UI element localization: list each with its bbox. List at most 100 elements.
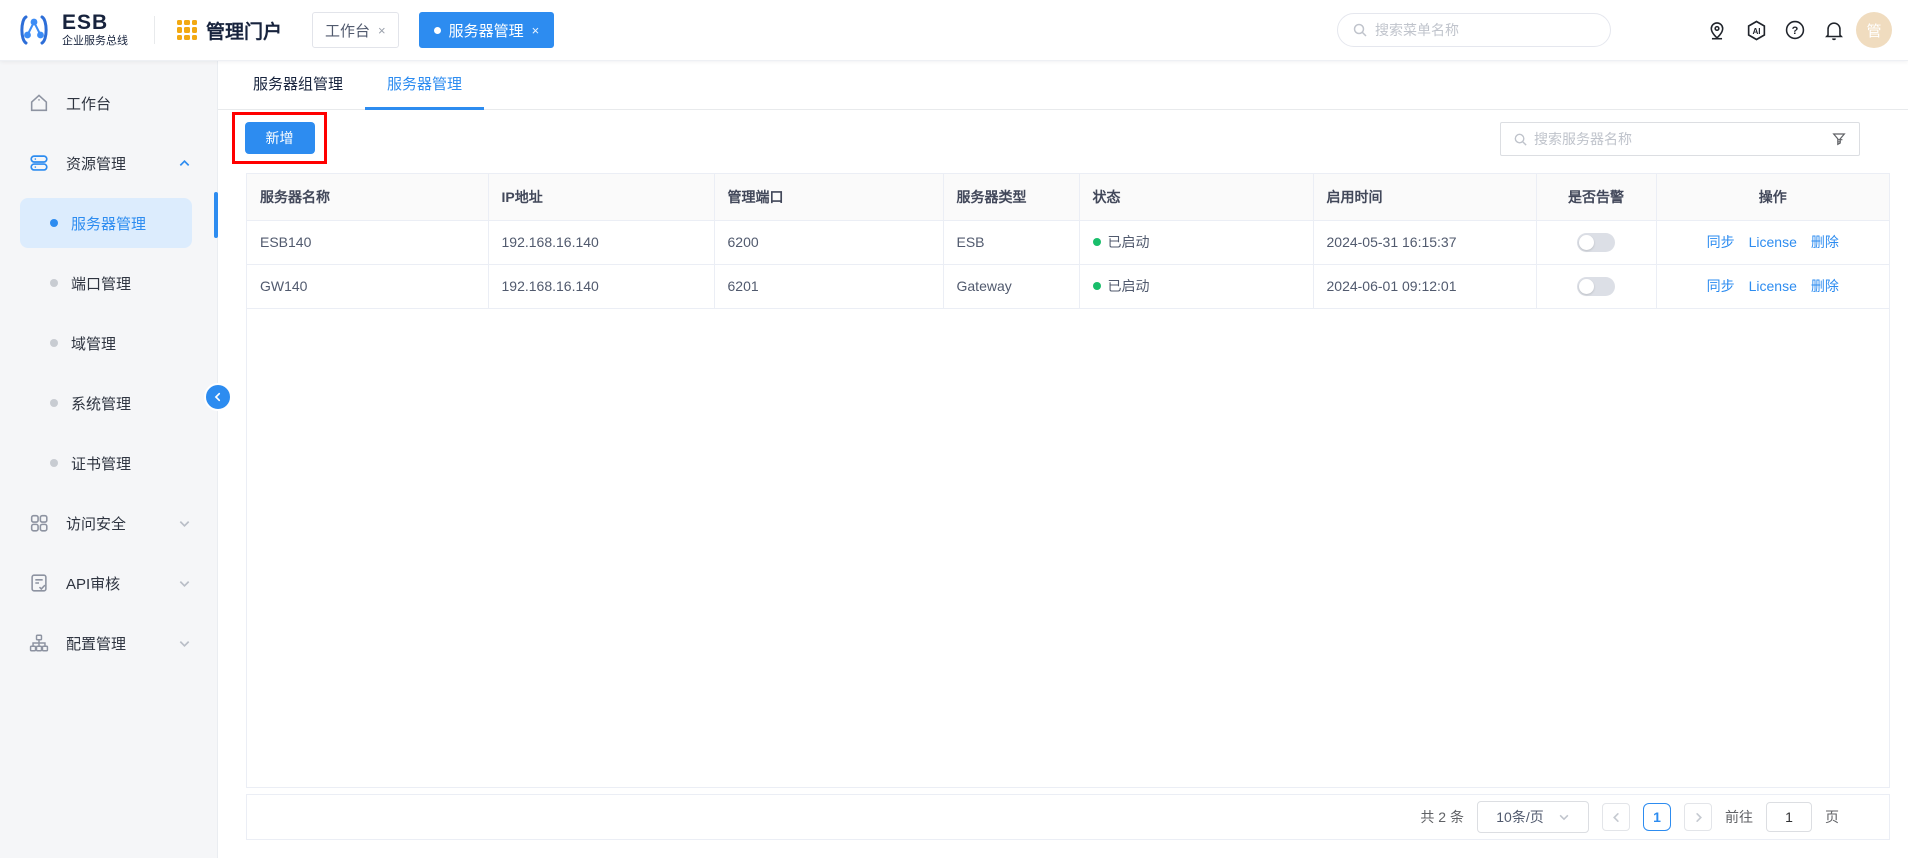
cell-alarm (1536, 220, 1657, 265)
cell-ip: 192.168.16.140 (488, 264, 715, 309)
license-link[interactable]: License (1749, 234, 1797, 250)
page-size-select[interactable]: 10条/页 (1477, 801, 1589, 833)
bullet-icon (50, 279, 58, 287)
close-icon[interactable]: × (378, 23, 386, 38)
cell-server-name: GW140 (247, 264, 489, 309)
svg-text:AI: AI (1752, 26, 1760, 35)
cell-port: 6201 (714, 264, 944, 309)
sync-link[interactable]: 同步 (1707, 278, 1735, 294)
delete-link[interactable]: 删除 (1811, 234, 1839, 250)
chevron-down-icon (178, 577, 191, 590)
next-page-button[interactable] (1684, 803, 1712, 831)
user-avatar[interactable]: 管 (1856, 12, 1892, 48)
sidebar-item-label: 域管理 (71, 335, 117, 353)
cell-type: ESB (943, 220, 1080, 265)
sidebar-group-resources[interactable]: 资源管理 (0, 133, 217, 193)
help-icon[interactable]: ? (1783, 18, 1807, 42)
bell-icon[interactable] (1822, 18, 1846, 42)
table-row: ESB140 192.168.16.140 6200 ESB 已启动 2024-… (247, 220, 1889, 265)
delete-link[interactable]: 删除 (1811, 278, 1839, 294)
chevron-down-icon (178, 517, 191, 530)
sidebar-group-api-review[interactable]: API审核 (0, 553, 217, 613)
sidebar-item-label: 服务器管理 (71, 215, 147, 233)
sidebar-item-label: 资源管理 (66, 155, 127, 173)
sidebar: 工作台 资源管理 服务器管理 端口管理 域管理 系统管理 证书管理 访问安全 A… (0, 61, 232, 858)
close-icon[interactable]: × (532, 23, 540, 38)
sidebar-collapse-button[interactable] (204, 383, 232, 411)
goto-page-input[interactable] (1766, 802, 1812, 832)
page-unit-label: 页 (1825, 809, 1839, 825)
chevron-down-icon (1559, 814, 1569, 821)
chevron-down-icon (178, 637, 191, 650)
sidebar-item-label: 证书管理 (71, 455, 132, 473)
prev-page-button[interactable] (1602, 803, 1630, 831)
cell-status: 已启动 (1079, 264, 1314, 309)
tab-label: 工作台 (325, 22, 371, 40)
col-port: 管理端口 (714, 174, 944, 221)
bullet-icon (50, 459, 58, 467)
col-actions: 操作 (1656, 174, 1889, 221)
cell-status: 已启动 (1079, 220, 1314, 265)
active-dot-icon (433, 26, 441, 34)
add-button[interactable]: 新增 (244, 122, 315, 154)
bullet-icon (50, 339, 58, 347)
server-search-input[interactable] (1534, 131, 1825, 147)
sidebar-item-label: 配置管理 (66, 635, 127, 653)
filter-icon[interactable] (1831, 131, 1847, 147)
main-content: 服务器组管理 服务器管理 新增 搜索服务器名称 服务器名称 IP地址 管理端口 … (218, 61, 1908, 858)
total-count: 共 2 条 (1420, 809, 1464, 825)
logo-subtitle: 企业服务总线 (62, 35, 128, 48)
sidebar-group-config-management[interactable]: 配置管理 (0, 613, 217, 673)
sync-link[interactable]: 同步 (1707, 234, 1735, 250)
location-icon[interactable] (1705, 18, 1729, 42)
home-icon (28, 92, 50, 114)
menu-search-box[interactable] (1337, 13, 1611, 47)
tab-server-management-content[interactable]: 服务器管理 (365, 73, 485, 110)
col-enable-time: 启用时间 (1313, 174, 1537, 221)
ai-assistant-icon[interactable]: AI (1744, 18, 1768, 42)
portal-grid-icon (177, 20, 197, 40)
license-link[interactable]: License (1749, 278, 1797, 294)
cell-enable-time: 2024-05-31 16:15:37 (1313, 220, 1537, 265)
sidebar-item-server-management[interactable]: 服务器管理 (0, 193, 217, 253)
col-server-name: 服务器名称 (247, 174, 489, 221)
tab-server-management[interactable]: 服务器管理 × (418, 12, 555, 48)
tab-server-group-management[interactable]: 服务器组管理 (231, 73, 365, 109)
sidebar-item-port-management[interactable]: 端口管理 (0, 253, 217, 313)
status-text: 已启动 (1107, 278, 1150, 294)
sidebar-item-certificate-management[interactable]: 证书管理 (0, 433, 217, 493)
sidebar-item-label: 端口管理 (71, 275, 132, 293)
annotation-highlight-box: 新增 (232, 112, 327, 164)
bullet-icon (50, 399, 58, 407)
tab-label: 服务器管理 (448, 22, 524, 40)
content-tab-bar: 服务器组管理 服务器管理 (218, 61, 1908, 110)
server-table-container: 服务器名称 IP地址 管理端口 服务器类型 状态 启用时间 是否告警 操作 ES… (246, 173, 1890, 788)
menu-search-input[interactable] (1375, 22, 1596, 38)
sidebar-item-system-management[interactable]: 系统管理 (0, 373, 217, 433)
alarm-toggle[interactable] (1577, 276, 1615, 296)
sidebar-item-domain-management[interactable]: 域管理 (0, 313, 217, 373)
status-dot-icon (1092, 282, 1101, 290)
search-icon (1352, 22, 1368, 38)
cell-alarm (1536, 264, 1657, 309)
doc-check-icon (28, 572, 50, 594)
esb-logo-icon (14, 10, 54, 50)
server-table: 服务器名称 IP地址 管理端口 服务器类型 状态 启用时间 是否告警 操作 ES… (247, 174, 1889, 309)
current-page-button[interactable]: 1 (1643, 803, 1671, 831)
cell-port: 6200 (714, 220, 944, 265)
portal-title-block: 管理门户 (177, 17, 282, 44)
alarm-toggle[interactable] (1577, 232, 1615, 252)
cell-server-name: ESB140 (247, 220, 489, 265)
sitemap-icon (28, 632, 50, 654)
header-divider (154, 16, 155, 44)
page-size-value: 10条/页 (1496, 809, 1544, 825)
sidebar-item-label: 系统管理 (71, 395, 132, 413)
sidebar-item-workbench[interactable]: 工作台 (0, 73, 217, 133)
tab-workbench[interactable]: 工作台 × (312, 12, 399, 48)
cell-ip: 192.168.16.140 (488, 220, 715, 265)
cell-actions: 同步 License 删除 (1656, 220, 1889, 265)
server-search-box[interactable] (1500, 122, 1860, 156)
top-header: ESB 企业服务总线 管理门户 工作台 × 服务器管理 × AI ? (0, 0, 1908, 61)
sidebar-group-access-security[interactable]: 访问安全 (0, 493, 217, 553)
status-text: 已启动 (1107, 234, 1150, 250)
